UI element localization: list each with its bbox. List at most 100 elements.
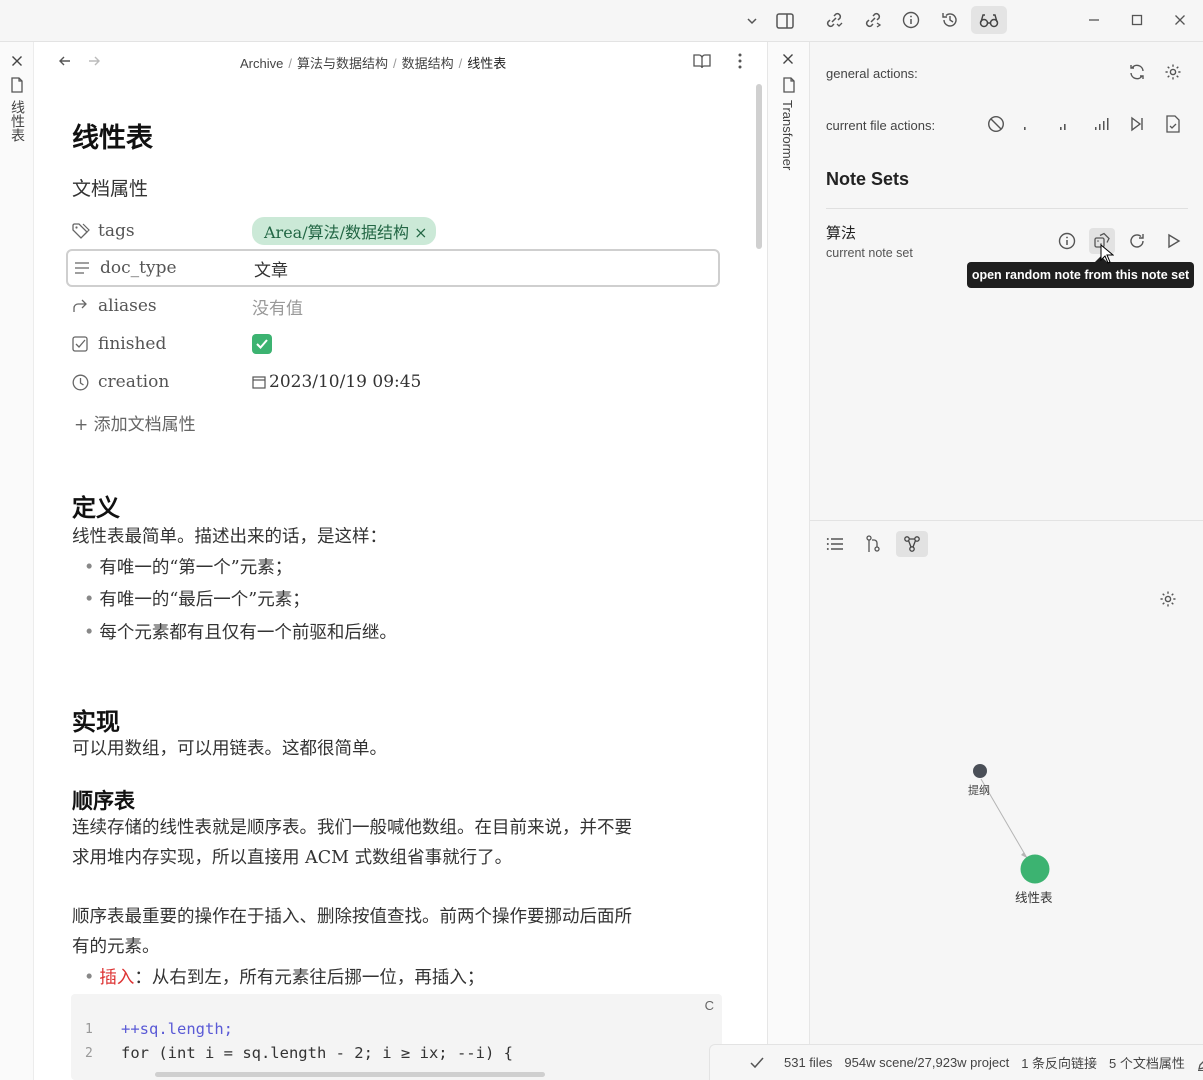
code-line[interactable]: ++sq.length;: [121, 1020, 233, 1038]
list-item[interactable]: • 有唯一的“最后一个”元素；: [84, 585, 310, 615]
left-tab-strip: 线性表: [0, 42, 34, 1080]
info-icon[interactable]: [1054, 228, 1080, 254]
property-key: tags: [98, 221, 135, 241]
graph-node-label: 提纲: [968, 785, 990, 797]
link-icon[interactable]: [820, 6, 848, 34]
chevron-down-icon[interactable]: [738, 7, 766, 35]
word-count[interactable]: 954w scene/27,923w project: [844, 1055, 1009, 1070]
list-item[interactable]: • 插入：从右到左，所有元素往后挪一位，再插入；: [84, 963, 484, 993]
graph-icon[interactable]: [896, 531, 928, 557]
code-lang-label[interactable]: C: [705, 998, 714, 1013]
graph-node-outline[interactable]: [973, 764, 987, 778]
code-line[interactable]: for (int i = sq.length - 2; i ≥ ix; --i)…: [121, 1044, 513, 1062]
finished-checkbox[interactable]: [252, 334, 272, 354]
file-check-icon[interactable]: [1160, 111, 1186, 137]
divider: [826, 208, 1188, 209]
list-item[interactable]: • 有唯一的“第一个”元素；: [84, 553, 292, 583]
tab-label[interactable]: Transformer: [780, 100, 795, 170]
properties-heading: 文档属性: [72, 178, 149, 200]
tab-bar: [0, 0, 810, 42]
vertical-scrollbar[interactable]: [756, 84, 762, 249]
backlink-count[interactable]: 1 条反向链接: [1021, 1053, 1097, 1072]
more-options-icon[interactable]: [726, 47, 754, 75]
refresh-icon[interactable]: [1124, 59, 1150, 85]
sync-check-icon[interactable]: [750, 1057, 764, 1069]
heading-sequence-list[interactable]: 顺序表: [72, 785, 135, 815]
editor-pane: Archive / 算法与数据结构 / 数据结构 / 线性表 线性表 文档属性 tags A…: [34, 42, 767, 1080]
close-tab-icon[interactable]: [3, 47, 31, 75]
line-number: 2: [85, 1046, 93, 1061]
breadcrumb-current[interactable]: 线性表: [467, 56, 506, 71]
note-sets-heading: Note Sets: [826, 169, 910, 189]
list-item[interactable]: • 每个元素都有且仅有一个前驱和后继。: [84, 618, 397, 648]
breadcrumb-item[interactable]: 算法与数据结构: [297, 56, 388, 71]
gear-icon[interactable]: [1155, 586, 1181, 612]
add-property-button[interactable]: + 添加文档属性: [74, 410, 196, 440]
text-lines-icon: [74, 261, 100, 275]
paragraph[interactable]: 有的元素。: [72, 932, 160, 962]
signal-2-icon[interactable]: [1050, 111, 1076, 137]
property-key: aliases: [98, 296, 157, 316]
remove-tag-icon[interactable]: ×: [414, 223, 427, 242]
heading-implementation[interactable]: 实现: [72, 702, 120, 737]
file-icon: [10, 77, 24, 93]
glasses-icon[interactable]: [971, 6, 1007, 34]
property-count[interactable]: 5 个文档属性: [1109, 1053, 1185, 1072]
property-row-creation[interactable]: creation 2023/10/19 09:45: [72, 363, 720, 401]
reading-view-icon[interactable]: [688, 47, 716, 75]
maximize-icon[interactable]: [1123, 6, 1151, 34]
breadcrumb: Archive / 算法与数据结构 / 数据结构 / 线性表: [240, 56, 507, 71]
plus-icon: +: [74, 415, 94, 435]
property-row-aliases[interactable]: aliases 没有值: [72, 287, 720, 325]
property-row-finished[interactable]: finished: [72, 325, 720, 363]
git-branch-icon[interactable]: [860, 531, 886, 557]
property-row-doc-type[interactable]: doc_type 文章: [66, 249, 720, 287]
clock-icon: [72, 374, 98, 391]
paragraph[interactable]: 线性表最简单。描述出来的话，是这样：: [72, 522, 387, 552]
outgoing-link-icon[interactable]: [859, 6, 887, 34]
play-icon[interactable]: [1160, 228, 1186, 254]
refresh-icon[interactable]: [1124, 228, 1150, 254]
signal-full-icon[interactable]: [1089, 111, 1115, 137]
minimize-icon[interactable]: [1080, 6, 1108, 34]
graph-node-current[interactable]: [1020, 854, 1050, 884]
status-bar: 531 files 954w scene/27,923w project 1 条…: [709, 1044, 1203, 1080]
forward-arrow-icon[interactable]: [80, 47, 108, 75]
checkbox-icon: [72, 336, 98, 352]
graph-canvas[interactable]: [810, 742, 1203, 922]
close-window-icon[interactable]: [1166, 6, 1194, 34]
heading-definition[interactable]: 定义: [72, 488, 120, 523]
file-count[interactable]: 531 files: [784, 1055, 832, 1070]
cancel-icon[interactable]: [983, 111, 1009, 137]
property-value-empty[interactable]: 没有值: [252, 294, 303, 319]
property-value[interactable]: 文章: [254, 256, 288, 281]
page-title[interactable]: 线性表: [72, 116, 153, 155]
code-block[interactable]: C 1 ++sq.length; 2 for (int i = sq.lengt…: [71, 994, 722, 1080]
paragraph[interactable]: 求用堆内存实现，所以直接用 ACM 式数组省事就行了。: [72, 843, 512, 873]
close-tab-icon[interactable]: [774, 45, 802, 73]
forward-arrow-icon: [72, 299, 98, 313]
edit-pencil-icon[interactable]: [1197, 1055, 1203, 1071]
property-value[interactable]: 2023/10/19 09:45: [269, 372, 421, 392]
breadcrumb-item[interactable]: Archive: [240, 56, 283, 71]
horizontal-scrollbar[interactable]: [155, 1072, 545, 1077]
transformer-tab-strip: Transformer: [767, 42, 810, 1080]
info-icon[interactable]: [897, 6, 925, 34]
paragraph[interactable]: 顺序表最重要的操作在于插入、删除按值查找。前两个操作要挪动后面所: [72, 902, 632, 932]
history-icon[interactable]: [936, 6, 964, 34]
tab-label[interactable]: 线性表: [8, 100, 28, 142]
property-row-tags[interactable]: tags Area/算法/数据结构 ×: [72, 212, 720, 250]
breadcrumb-item[interactable]: 数据结构: [402, 56, 454, 71]
skip-forward-icon[interactable]: [1124, 111, 1150, 137]
calendar-icon: [252, 375, 266, 389]
tag-pill[interactable]: Area/算法/数据结构 ×: [252, 217, 436, 245]
back-arrow-icon[interactable]: [51, 47, 79, 75]
insert-label: 插入: [99, 968, 135, 988]
note-set-name[interactable]: 算法: [826, 222, 856, 243]
list-icon[interactable]: [822, 531, 848, 557]
paragraph[interactable]: 连续存储的线性表就是顺序表。我们一般喊他数组。在目前来说，并不要: [72, 813, 632, 843]
gear-icon[interactable]: [1160, 59, 1186, 85]
signal-1-icon[interactable]: [1013, 111, 1039, 137]
paragraph[interactable]: 可以用数组，可以用链表。这都很简单。: [72, 734, 387, 764]
toggle-sidebar-icon[interactable]: [771, 7, 799, 35]
